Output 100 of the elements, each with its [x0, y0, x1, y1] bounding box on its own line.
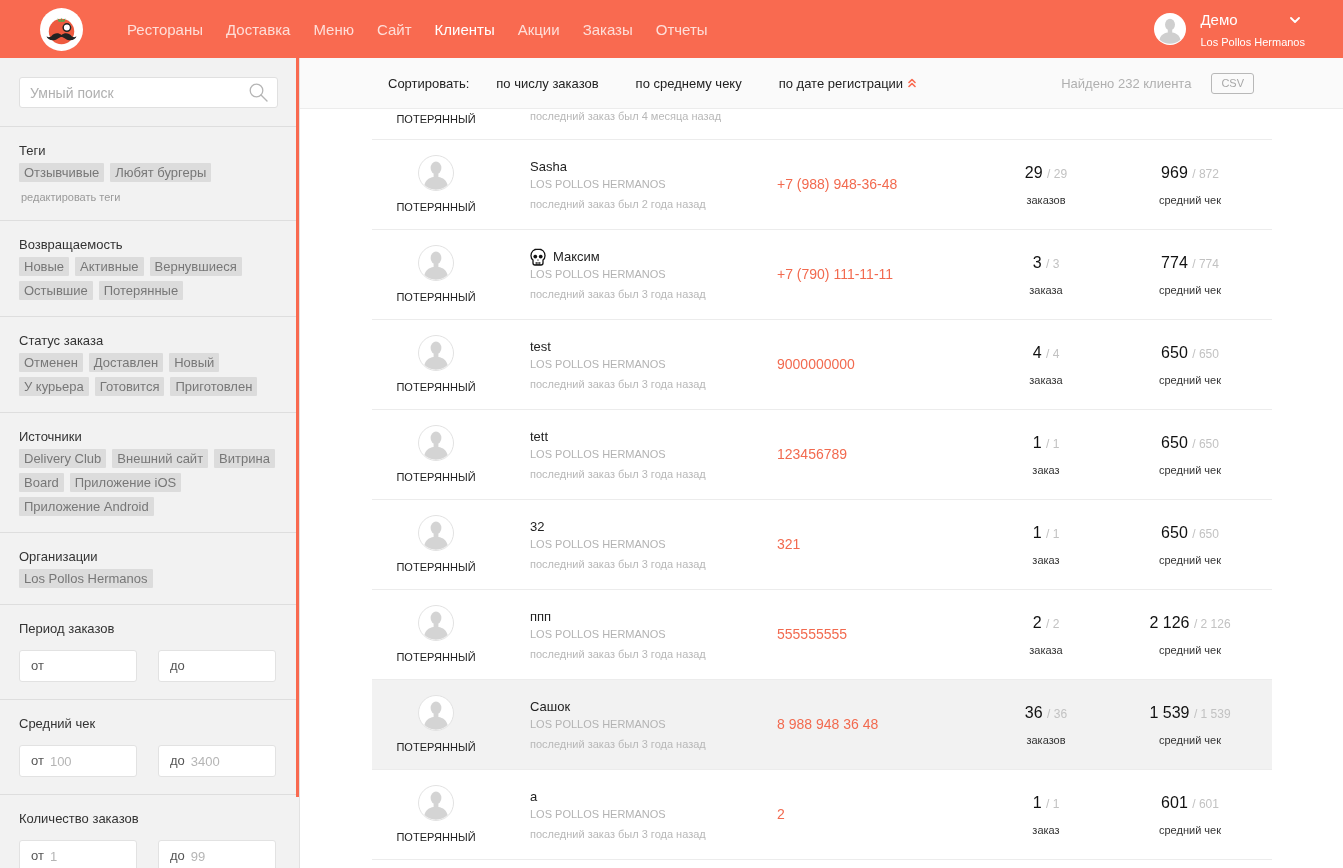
filter-title: Статус заказа — [19, 333, 105, 349]
average-check-label: средний чек — [1159, 643, 1221, 657]
scrollbar-thumb[interactable] — [296, 58, 299, 797]
average-check-label: средний чек — [1159, 373, 1221, 387]
phone-link[interactable]: 321 — [777, 536, 801, 552]
filter-tag[interactable]: Board — [19, 473, 64, 492]
filter-tag[interactable]: Приготовлен — [170, 377, 258, 396]
last-order-text: последний заказ был 3 года назад — [530, 287, 706, 301]
filter-tag[interactable]: Отзывчивые — [19, 163, 105, 182]
phone-link[interactable]: +7 (988) 948-36-48 — [777, 176, 898, 192]
filter-tag[interactable]: Готовится — [94, 377, 165, 396]
last-order-text: последний заказ был 3 года назад — [530, 827, 706, 841]
search-input[interactable]: Умный поиск — [30, 82, 243, 103]
phone-link[interactable]: +7 (790) 111-11-11 — [777, 266, 894, 282]
range-field[interactable]: до 99 — [158, 840, 276, 868]
order-count-label: заказа — [1029, 283, 1063, 297]
range-field[interactable]: до — [158, 650, 276, 682]
value-input[interactable]: 99 — [190, 848, 265, 864]
phone-link[interactable]: 123456789 — [777, 446, 848, 462]
filter-title: Период заказов — [19, 621, 116, 637]
organization-name: Los Pollos Hermanos — [1200, 34, 1305, 49]
filter-title: Средний чек — [19, 716, 97, 732]
avatar-icon[interactable] — [1154, 13, 1187, 45]
avatar-icon — [418, 335, 454, 371]
average-check-label: средний чек — [1159, 823, 1221, 837]
nav-link[interactable]: Меню — [313, 20, 354, 38]
last-order-text: последний заказ был 4 месяца назад — [530, 109, 722, 123]
company-name: LOS POLLOS HERMANOS — [530, 717, 666, 731]
range-field[interactable]: от 100 — [19, 745, 137, 777]
client-name: 32 — [530, 519, 545, 535]
range-prefix-label: от — [31, 849, 44, 863]
sort-option[interactable]: по числу заказов — [496, 75, 599, 91]
phone-link[interactable]: 555555555 — [777, 626, 848, 642]
order-count: 1 / 1 — [1032, 793, 1060, 813]
value-input[interactable]: 3400 — [190, 753, 265, 769]
filter-tag[interactable]: Новые — [19, 257, 70, 276]
order-count: 1 / 1 — [1032, 523, 1060, 543]
value-input[interactable]: 1 — [49, 848, 126, 864]
filter-title: Количество заказов — [19, 811, 140, 827]
tomato-mascot-icon[interactable] — [40, 7, 83, 51]
filter-tag[interactable]: Витрина — [214, 449, 275, 468]
order-count: 4 / 4 — [1032, 343, 1060, 363]
filter-tag[interactable]: Внешний сайт — [112, 449, 209, 468]
order-count-label: заказа — [1029, 643, 1063, 657]
filter-title: Возвращаемость — [19, 237, 124, 253]
caret-icon[interactable] — [1290, 16, 1300, 23]
filter-tag[interactable]: Новый — [169, 353, 220, 372]
last-order-text: последний заказ был 3 года назад — [530, 377, 706, 391]
edit-tags-link[interactable]: редактировать теги — [21, 190, 121, 204]
nav-link[interactable]: Рестораны — [127, 20, 203, 38]
average-check: 969 / 872 — [1161, 163, 1219, 183]
filter-tag[interactable]: Los Pollos Hermanos — [19, 569, 153, 588]
csv-export-button[interactable]: CSV — [1211, 72, 1254, 94]
nav-link[interactable]: Доставка — [226, 20, 291, 38]
nav-link[interactable]: Сайт — [376, 20, 412, 38]
order-count-label: заказа — [1029, 373, 1063, 387]
client-status: ПОТЕРЯННЫЙ — [396, 650, 476, 664]
search-field[interactable]: Умный поиск — [19, 77, 278, 108]
sort-option[interactable]: по среднему чеку — [635, 75, 742, 91]
nav-link[interactable]: Заказы — [582, 20, 633, 38]
average-check: 650 / 650 — [1161, 523, 1219, 543]
avatar-icon — [418, 515, 454, 551]
filter-tag[interactable]: Остывшие — [19, 281, 93, 300]
client-status: ПОТЕРЯННЫЙ — [396, 740, 476, 754]
client-name: test — [530, 339, 551, 355]
filter-tag[interactable]: Доставлен — [88, 353, 164, 372]
filter-tag[interactable]: Приложение iOS — [69, 473, 182, 492]
company-name: LOS POLLOS HERMANOS — [530, 447, 666, 461]
company-name: LOS POLLOS HERMANOS — [530, 357, 666, 371]
filter-tag[interactable]: Delivery Club — [19, 449, 107, 468]
average-check: 650 / 650 — [1161, 343, 1219, 363]
client-status: ПОТЕРЯННЫЙ — [396, 290, 476, 304]
client-status: ПОТЕРЯННЫЙ — [396, 470, 476, 484]
filter-tag[interactable]: У курьера — [19, 377, 89, 396]
phone-link[interactable]: 9000000000 — [777, 356, 855, 372]
value-input[interactable]: 100 — [49, 753, 126, 769]
range-field[interactable]: до 3400 — [158, 745, 276, 777]
range-field[interactable]: от 1 — [19, 840, 137, 868]
order-count: 1 / 1 — [1032, 433, 1060, 453]
nav-link[interactable]: Клиенты — [434, 20, 495, 38]
range-field[interactable]: от — [19, 650, 137, 682]
filter-tag[interactable]: Любят бургеры — [110, 163, 212, 182]
filter-tag[interactable]: Вернувшиеся — [149, 257, 242, 276]
user-name: Демо — [1200, 9, 1238, 30]
filter-tag[interactable]: Приложение Android — [19, 497, 154, 516]
filter-tag[interactable]: Активные — [75, 257, 144, 276]
average-check: 650 / 650 — [1161, 433, 1219, 453]
filter-title: Организации — [19, 549, 99, 565]
client-name: Сашок — [530, 699, 571, 715]
filter-tag[interactable]: Отменен — [19, 353, 83, 372]
sort-option[interactable]: по дате регистрации — [778, 75, 917, 91]
search-icon[interactable] — [249, 83, 268, 102]
filter-tag[interactable]: Потерянные — [98, 281, 184, 300]
phone-link[interactable]: 8 988 948 36 48 — [777, 716, 879, 732]
nav-link[interactable]: Акции — [517, 20, 560, 38]
order-count: 2 / 2 — [1032, 613, 1060, 633]
last-order-text: последний заказ был 3 года назад — [530, 557, 706, 571]
phone-link[interactable]: 2 — [777, 806, 785, 822]
nav-link[interactable]: Отчеты — [655, 20, 708, 38]
range-prefix-label: до — [170, 754, 185, 768]
